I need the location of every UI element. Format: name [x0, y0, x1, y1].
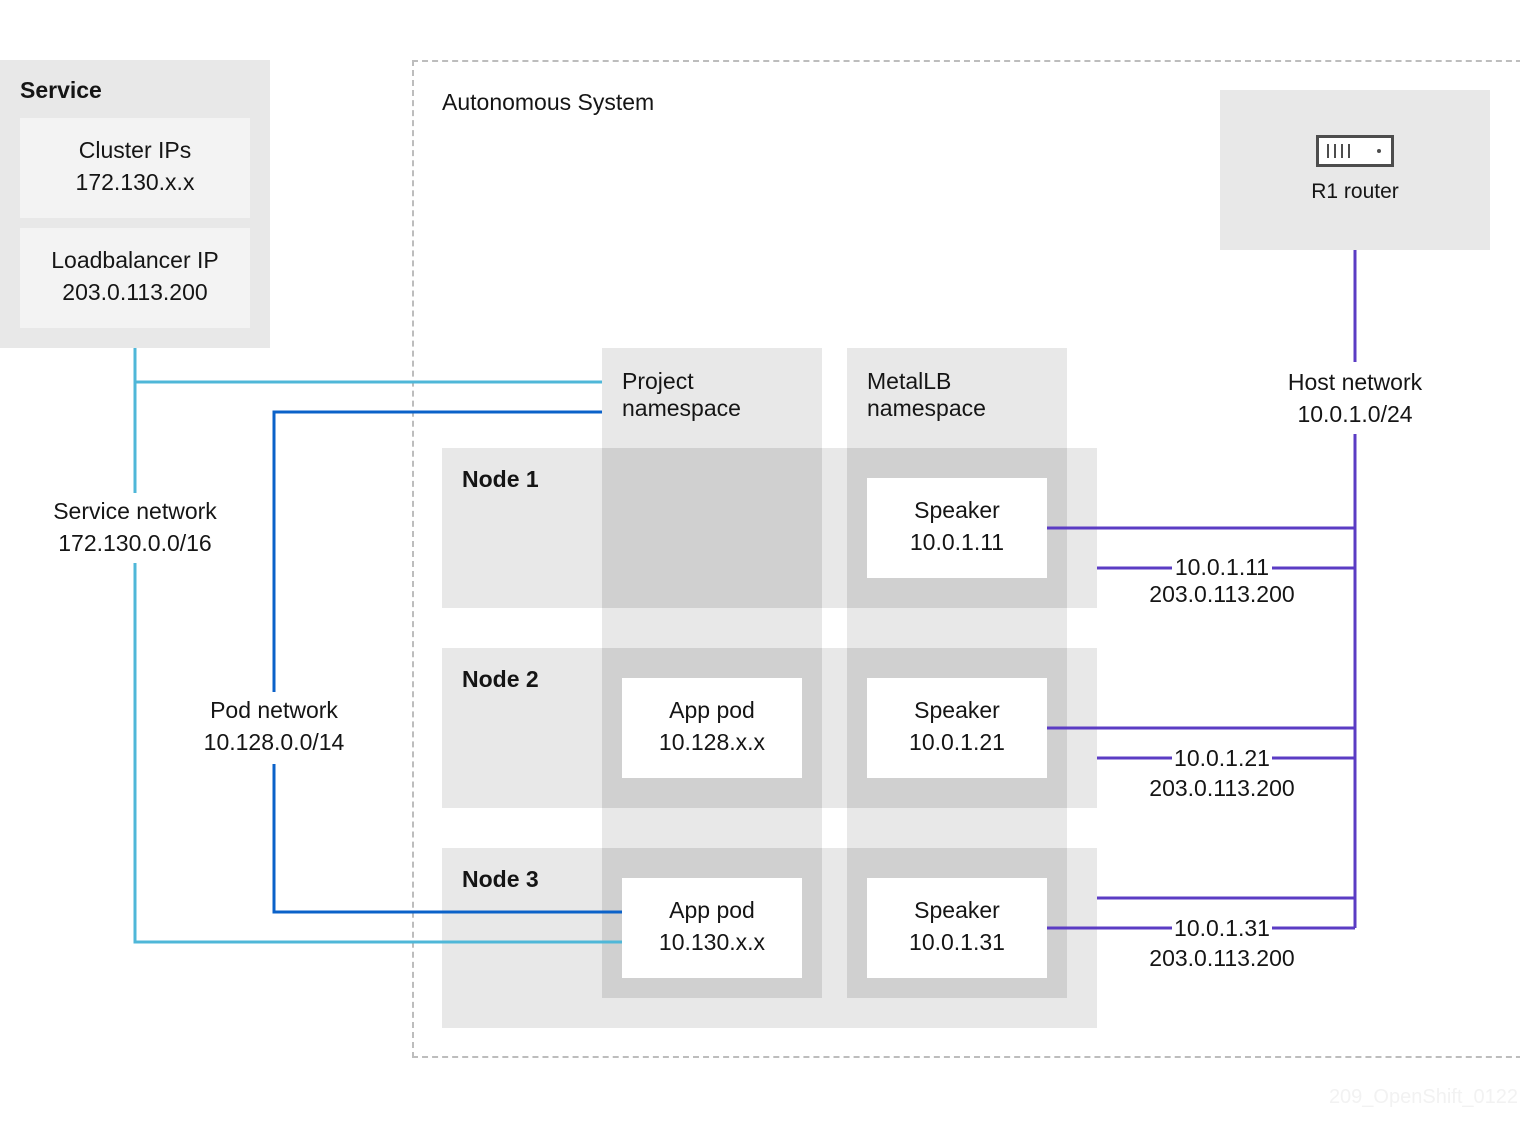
service-network-lines — [133, 348, 622, 944]
pod-network-label: Pod network 10.128.0.0/14 — [154, 694, 394, 758]
service-network-label: Service network 172.130.0.0/16 — [15, 495, 255, 559]
route-next-hop: 10.0.1.31 — [1174, 915, 1270, 941]
pod-network-line — [272, 764, 622, 914]
service-network-cidr: 172.130.0.0/16 — [58, 530, 212, 556]
service-network-name: Service network — [53, 498, 217, 524]
pod-network-cidr: 10.128.0.0/14 — [203, 729, 345, 755]
route-prefix: 203.0.113.200 — [1149, 945, 1295, 971]
host-network-cidr: 10.0.1.0/24 — [1297, 401, 1413, 427]
route-next-hop: 10.0.1.21 — [1174, 745, 1270, 771]
pod-network-line — [272, 410, 602, 692]
route-next-hop: 10.0.1.11 — [1174, 554, 1270, 580]
route-label-node-1: 10.0.1.11 203.0.113.200 — [1122, 553, 1322, 607]
pod-network-name: Pod network — [210, 697, 338, 723]
route-label-node-3: 10.0.1.31 203.0.113.200 — [1122, 913, 1322, 973]
host-network-label: Host network 10.0.1.0/24 — [1235, 366, 1475, 430]
pod-network-lines — [272, 410, 622, 914]
route-prefix: 203.0.113.200 — [1149, 775, 1295, 801]
route-label-node-2: 10.0.1.21 203.0.113.200 — [1122, 743, 1322, 803]
host-network-name: Host network — [1287, 369, 1423, 395]
route-prefix: 203.0.113.200 — [1149, 581, 1295, 607]
watermark: 209_OpenShift_0122 — [1328, 1086, 1518, 1108]
